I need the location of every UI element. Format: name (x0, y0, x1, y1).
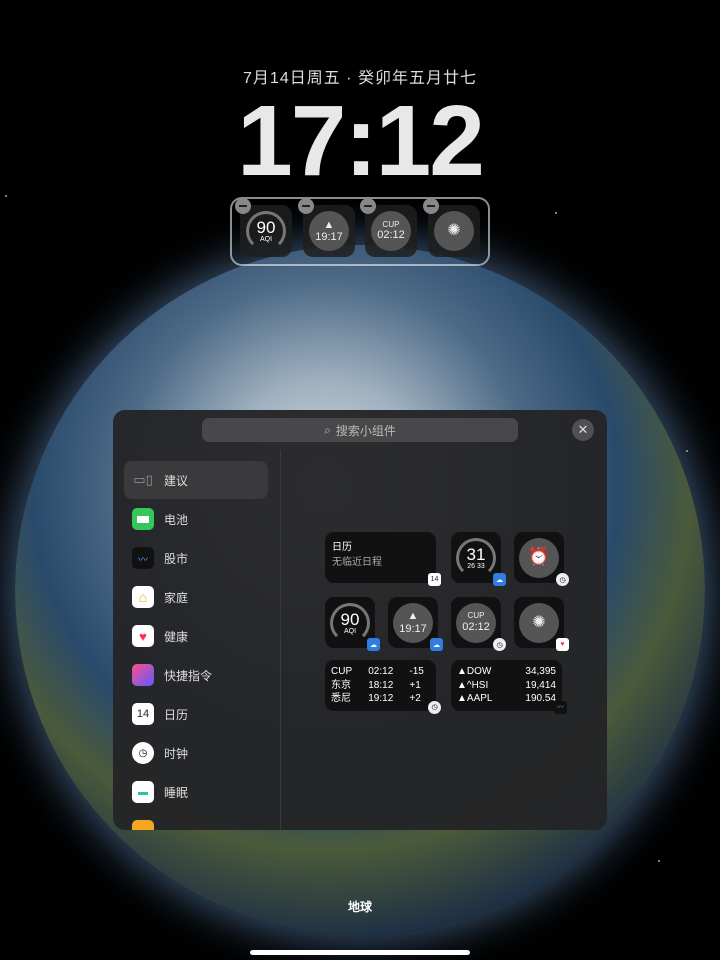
sidebar-label: 快捷指令 (164, 668, 213, 683)
city: 悉尼 (331, 693, 351, 705)
time: 18:12 (368, 679, 394, 691)
shortcuts-icon (132, 664, 154, 686)
temperature-widget[interactable]: 31 26 33 ☁ (451, 532, 506, 586)
lock-widget-aqi[interactable]: 90 AQI (235, 198, 292, 257)
price: 19,414 (525, 679, 556, 691)
time: 19:12 (368, 693, 394, 705)
city: 东京 (331, 679, 351, 691)
fireworks-icon: ✺ (519, 602, 559, 643)
sidebar-label: 时钟 (164, 746, 189, 761)
price: 190.54 (525, 693, 556, 705)
temp-low: 26 (467, 562, 476, 570)
weather-app-icon: ☁ (367, 638, 380, 651)
search-input[interactable]: ⌕ 搜索小组件 (202, 418, 518, 442)
price: 34,395 (525, 666, 556, 677)
lock-widget-worldclock[interactable]: CUP 02:12 (360, 198, 417, 257)
search-placeholder: 搜索小组件 (335, 423, 396, 438)
calendar-title: 日历 (332, 542, 352, 553)
sidebar-label: 家庭 (164, 590, 189, 605)
aqi-value: 90 (340, 609, 360, 629)
stocks-icon: 〰 (132, 547, 154, 569)
ticker: ▲AAPL (457, 693, 493, 705)
fitness-widget[interactable]: ✺ ♥ (514, 597, 569, 651)
home-indicator[interactable] (250, 950, 470, 955)
sidebar-item-stocks[interactable]: 〰股市 (124, 539, 268, 577)
remove-widget-icon[interactable] (298, 198, 314, 214)
fireworks-icon: ✺ (434, 211, 474, 251)
worldclock-widget[interactable]: CUP 02:12 ◷ (451, 597, 506, 651)
offset: -15 (409, 666, 424, 677)
sidebar-label: 电池 (164, 512, 189, 527)
sidebar-label: 日历 (164, 707, 189, 722)
app-icon (132, 820, 154, 830)
home-icon: ⌂ (132, 586, 154, 608)
city-time: 02:12 (377, 229, 405, 242)
health-app-icon: ♥ (556, 638, 569, 651)
sunset-time: 19:17 (399, 622, 427, 635)
worldclock-list-widget[interactable]: CUP 02:12 -15 东京 18:12 +1 悉尼 19:12 +2 ◷ (325, 660, 441, 714)
calendar-icon: 14 (132, 703, 154, 725)
lock-widget-sunset[interactable]: ▲ 19:17 (298, 198, 355, 257)
clock-app-icon: ◷ (493, 638, 506, 651)
weather-app-icon: ☁ (493, 573, 506, 586)
clock-icon: ◷ (132, 742, 154, 764)
calendar-subtitle: 无临近日程 (332, 557, 382, 568)
temp-high: 33 (476, 562, 485, 570)
lock-time: 17:12 (237, 85, 485, 197)
sidebar-item-more[interactable] (124, 812, 268, 830)
wallpaper-label: 地球 (347, 900, 372, 914)
ticker: ▲^HSI (457, 679, 489, 691)
search-icon: ⌕ (324, 422, 331, 437)
sunset-time: 19:17 (315, 231, 343, 243)
temperature-value: 31 (466, 544, 486, 564)
heart-icon: ♥ (132, 625, 154, 647)
sidebar-label: 股市 (164, 551, 189, 566)
aqi-widget[interactable]: 90 AQI ☁ (325, 597, 380, 651)
city-label: CUP (382, 219, 400, 229)
aqi-label: AQI (259, 236, 273, 243)
city-label: CUP (467, 611, 485, 621)
category-sidebar: ▭▯ 建议 电池 〰股市 ⌂ 家庭 ♥ 健康 快捷指令 14 日历 ◷ 时钟 ▬ 睡眠 (113, 450, 281, 830)
sidebar-label: 建议 (164, 473, 189, 488)
offset: +1 (409, 679, 421, 691)
calendar-widget[interactable]: 日历 无临近日程 14 (325, 532, 441, 586)
sidebar-item-home[interactable]: ⌂ 家庭 (124, 578, 268, 616)
aqi-label: AQI (343, 627, 357, 635)
sidebar-item-sleep[interactable]: ▬ 睡眠 (124, 773, 268, 811)
sidebar-item-health[interactable]: ♥ 健康 (124, 617, 268, 655)
ticker: ▲DOW (457, 666, 492, 677)
sunset-icon: ▲ (407, 610, 419, 623)
widget-gallery: ⌕ 搜索小组件 ✕ ▭▯ 建议 电池 〰股市 ⌂ 家庭 ♥ 健康 快捷指令 14 日历 ◷… (113, 410, 607, 830)
sidebar-item-calendar[interactable]: 14 日历 (124, 695, 268, 733)
sidebar-item-battery[interactable]: 电池 (124, 500, 268, 538)
battery-icon (132, 508, 154, 530)
aqi-value: 90 (256, 218, 276, 237)
sidebar-label: 健康 (164, 629, 189, 644)
sidebar-label: 睡眠 (164, 785, 189, 800)
remove-widget-icon[interactable] (423, 198, 439, 214)
lock-widget-fitness[interactable]: ✺ (423, 198, 480, 257)
time: 02:12 (368, 666, 394, 677)
sunset-icon: ▲ (323, 218, 335, 231)
remove-widget-icon[interactable] (235, 198, 251, 214)
stocks-app-icon: 〰 (554, 701, 567, 714)
close-button[interactable]: ✕ (572, 419, 594, 441)
weather-app-icon: ☁ (430, 638, 443, 651)
sidebar-item-shortcuts[interactable]: 快捷指令 (124, 656, 268, 694)
stocks-widget[interactable]: ▲DOW 34,395 ▲^HSI 19,414 ▲AAPL 190.54 〰 (451, 660, 567, 714)
bed-icon: ▬ (132, 781, 154, 803)
sunset-widget[interactable]: ▲ 19:17 ☁ (388, 597, 443, 651)
alarm-widget[interactable]: ⏰ ◷ (514, 532, 569, 586)
city-time: 02:12 (462, 620, 490, 633)
widgets-icon: ▭▯ (133, 472, 153, 487)
offset: +2 (409, 693, 421, 705)
clock-app-icon: ◷ (556, 573, 569, 586)
calendar-app-icon: 14 (428, 573, 441, 586)
sidebar-item-suggestions[interactable]: ▭▯ 建议 (124, 461, 268, 499)
alarm-clock-icon: ⏰ (519, 537, 559, 578)
remove-widget-icon[interactable] (360, 198, 376, 214)
city: CUP (331, 666, 353, 677)
clock-app-icon: ◷ (428, 701, 441, 714)
sidebar-item-clock[interactable]: ◷ 时钟 (124, 734, 268, 772)
